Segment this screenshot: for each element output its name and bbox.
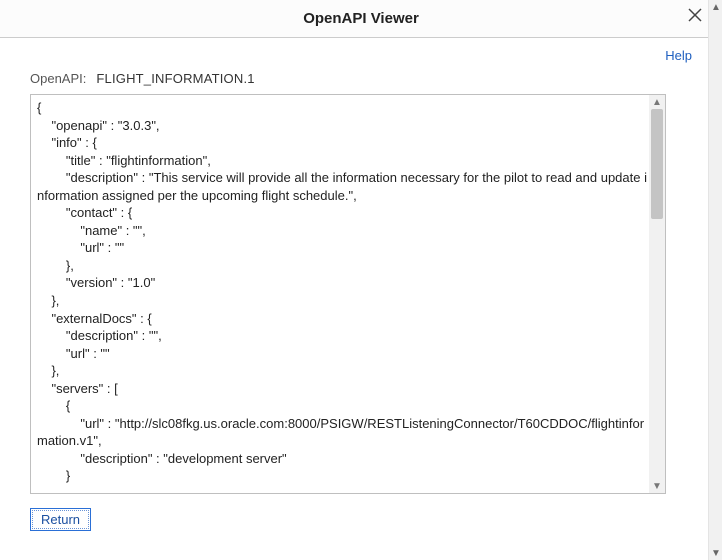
help-link[interactable]: Help — [665, 48, 692, 63]
openapi-label: OpenAPI: — [30, 71, 86, 86]
scroll-down-icon[interactable]: ▼ — [649, 479, 665, 493]
help-row: Help — [30, 38, 692, 71]
button-row: Return — [30, 508, 692, 531]
return-button[interactable]: Return — [30, 508, 91, 531]
scroll-thumb[interactable] — [651, 109, 663, 219]
page-scroll-up-icon[interactable]: ▲ — [709, 0, 722, 14]
code-scrollbar[interactable]: ▲ ▼ — [649, 95, 665, 493]
scroll-up-icon[interactable]: ▲ — [649, 95, 665, 109]
openapi-viewer-window: OpenAPI Viewer Help OpenAPI: FLIGHT_INFO… — [0, 0, 722, 560]
openapi-value: FLIGHT_INFORMATION.1 — [96, 71, 254, 86]
page-scrollbar[interactable]: ▲ ▼ — [708, 0, 722, 560]
window-title: OpenAPI Viewer — [303, 10, 419, 27]
close-button[interactable] — [688, 8, 708, 28]
code-textarea[interactable]: { "openapi" : "3.0.3", "info" : { "title… — [30, 94, 666, 494]
titlebar: OpenAPI Viewer — [0, 0, 722, 38]
code-content: { "openapi" : "3.0.3", "info" : { "title… — [37, 99, 647, 485]
page-scroll-down-icon[interactable]: ▼ — [709, 546, 722, 560]
openapi-field-row: OpenAPI: FLIGHT_INFORMATION.1 — [30, 71, 692, 86]
close-icon — [688, 8, 702, 22]
body: Help OpenAPI: FLIGHT_INFORMATION.1 { "op… — [0, 38, 722, 560]
